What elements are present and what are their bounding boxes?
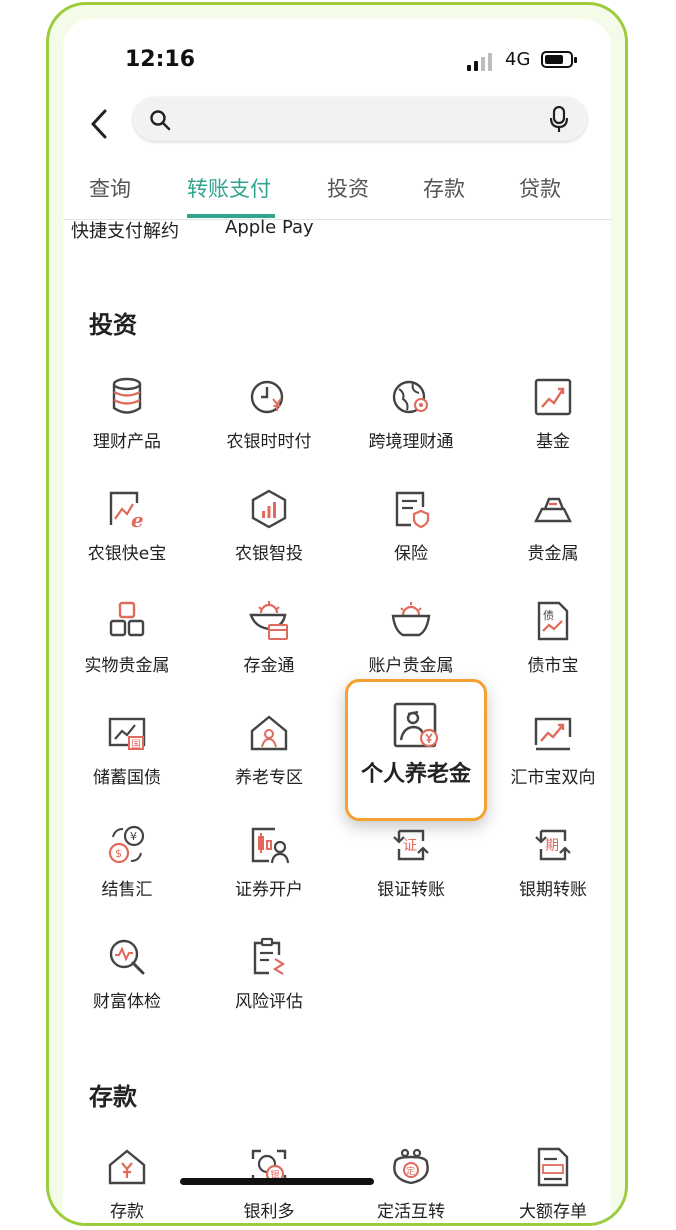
phone-frame: 12:16 4G 查询 转账支付 投资 存款 贷款 快捷支付解约 Apple P…: [46, 2, 628, 1226]
trend-chart-icon: [534, 378, 572, 416]
grid-item-abc-smart-invest[interactable]: 农银智投: [199, 487, 339, 564]
tab-transfer-payment[interactable]: 转账支付: [187, 173, 271, 203]
large-deposit-icon: [537, 1147, 569, 1187]
category-tabs: 查询 转账支付 投资 存款 贷款: [63, 169, 611, 220]
grid-item-insurance[interactable]: 保险: [341, 487, 481, 564]
currency-exchange-icon: ¥$: [108, 825, 145, 864]
grid-item-deposit[interactable]: 存款: [63, 1145, 197, 1222]
section-title-investment: 投资: [89, 311, 137, 339]
grid-item-risk-assessment[interactable]: 风险评估: [199, 935, 339, 1012]
grid-item-abc-quick-e-bao[interactable]: e 农银快e宝: [63, 487, 197, 564]
battery-icon: [541, 51, 577, 68]
search-input[interactable]: [133, 97, 587, 141]
grid-item-large-deposit-certificate[interactable]: 大额存单: [483, 1145, 611, 1222]
grid-item-pension-zone[interactable]: 养老专区: [199, 711, 339, 788]
svg-text:期: 期: [545, 838, 559, 854]
svg-text:$: $: [115, 847, 122, 860]
gold-bowl-card-icon: [249, 601, 288, 640]
gold-bowl-icon: [391, 602, 431, 637]
status-bar: 12:16 4G: [63, 47, 611, 77]
section-title-deposit: 存款: [89, 1083, 137, 1111]
home-indicator[interactable]: [180, 1178, 374, 1185]
back-chevron-icon[interactable]: [85, 107, 115, 141]
status-time: 12:16: [125, 47, 196, 72]
quick-link-unbind-payment[interactable]: 快捷支付解约: [71, 217, 179, 243]
grid-item-savings-treasury-bond[interactable]: 国 储蓄国债: [63, 711, 197, 788]
grid-item-gold-deposit[interactable]: 存金通: [199, 599, 339, 676]
svg-text:证: 证: [403, 838, 417, 854]
grid-item-securities-account-opening[interactable]: 证券开户: [199, 823, 339, 900]
tab-deposit[interactable]: 存款: [423, 173, 465, 203]
gold-bar-icon: [534, 497, 572, 523]
grid-item-fx-settlement[interactable]: ¥ $ 结售汇: [63, 823, 197, 900]
insurance-doc-icon: [395, 491, 430, 529]
app-screen: 12:16 4G 查询 转账支付 投资 存款 贷款 快捷支付解约 Apple P…: [63, 19, 611, 1223]
bank-securities-transfer-icon: 证: [393, 829, 429, 861]
grid-item-fund[interactable]: 基金: [483, 375, 611, 452]
svg-text:¥: ¥: [130, 830, 137, 843]
deposit-house-icon: [108, 1149, 146, 1185]
bond-doc-icon: 债: [537, 601, 569, 641]
globe-icon: [392, 380, 428, 414]
fx-chart-icon: [534, 717, 572, 751]
network-type: 4G: [505, 49, 531, 70]
clock-yuan-icon: [250, 380, 284, 414]
svg-text:e: e: [131, 508, 144, 531]
pension-person-icon: [393, 702, 439, 748]
grid-item-personal-pension-highlighted[interactable]: 个人养老金: [345, 679, 487, 821]
search-icon: [150, 110, 171, 131]
grid-item-wealth-products[interactable]: 理财产品: [63, 375, 197, 452]
grid-item-physical-precious-metals[interactable]: 实物贵金属: [63, 599, 197, 676]
grid-item-fx-market-bao-two-way[interactable]: 汇市宝双向: [483, 711, 611, 788]
quick-link-apple-pay[interactable]: Apple Pay: [225, 217, 314, 238]
grid-item-account-precious-metals[interactable]: 账户贵金属: [341, 599, 481, 676]
svg-text:定: 定: [406, 1165, 415, 1177]
grid-item-cross-border-wealth[interactable]: 跨境理财通: [341, 375, 481, 452]
gold-blocks-icon: [109, 601, 145, 637]
purse-icon: 定: [393, 1148, 429, 1185]
securities-account-icon: [251, 827, 290, 864]
risk-assessment-icon: [253, 937, 286, 975]
hexagon-bars-icon: [251, 489, 287, 529]
svg-text:债: 债: [543, 608, 554, 622]
grid-item-wealth-checkup[interactable]: 财富体检: [63, 935, 197, 1012]
grid-item-bank-securities-transfer[interactable]: 证 银证转账: [341, 823, 481, 900]
chart-e-icon: e: [109, 491, 144, 531]
signal-icon: [467, 53, 493, 71]
treasury-bond-icon: 国: [108, 717, 146, 750]
coin-stack-icon: [112, 377, 142, 414]
tab-query[interactable]: 查询: [89, 173, 131, 203]
tab-investment[interactable]: 投资: [327, 173, 369, 203]
bank-futures-transfer-icon: 期: [535, 829, 571, 861]
tab-loan[interactable]: 贷款: [519, 173, 561, 203]
microphone-icon[interactable]: [549, 106, 569, 134]
svg-text:国: 国: [132, 739, 141, 750]
grid-item-bond-market-bao[interactable]: 债 债市宝: [483, 599, 611, 676]
grid-item-bank-futures-transfer[interactable]: 期 银期转账: [483, 823, 611, 900]
grid-item-precious-metals[interactable]: 贵金属: [483, 487, 611, 564]
wealth-checkup-icon: [109, 939, 145, 975]
pension-house-icon: [250, 715, 288, 751]
grid-item-abc-anytime-pay[interactable]: 农银时时付: [199, 375, 339, 452]
